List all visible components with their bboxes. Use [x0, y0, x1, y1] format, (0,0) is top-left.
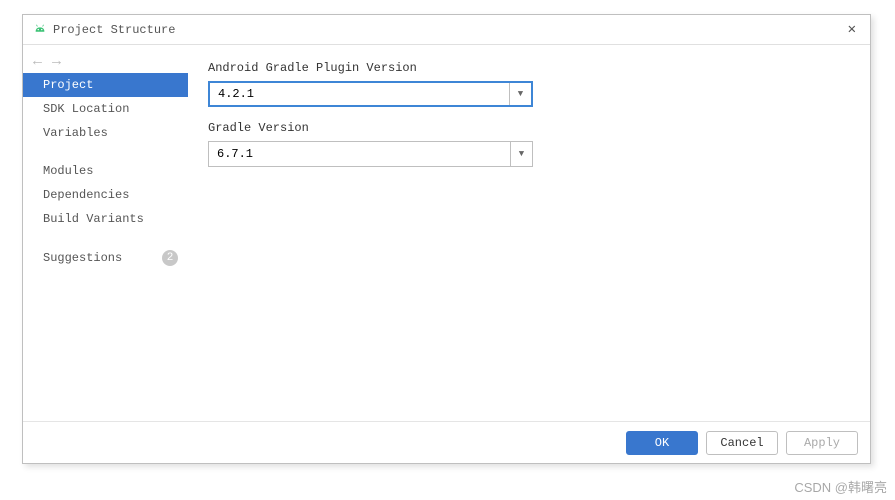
chevron-down-icon[interactable]: ▼ — [510, 142, 532, 166]
buttonbar: OK Cancel Apply — [23, 421, 870, 463]
sidebar-item-label: Suggestions — [43, 251, 122, 265]
agp-version-label: Android Gradle Plugin Version — [208, 61, 850, 75]
window-title: Project Structure — [53, 23, 844, 37]
sidebar-item-dependencies[interactable]: Dependencies — [23, 183, 188, 207]
forward-arrow-icon[interactable]: → — [52, 53, 61, 70]
sidebar-item-label: SDK Location — [43, 102, 129, 116]
back-arrow-icon[interactable]: ← — [33, 53, 42, 70]
sidebar-item-variables[interactable]: Variables — [23, 121, 188, 145]
sidebar-item-build-variants[interactable]: Build Variants — [23, 207, 188, 231]
sidebar-item-label: Build Variants — [43, 212, 144, 226]
cancel-button[interactable]: Cancel — [706, 431, 778, 455]
titlebar: Project Structure ✕ — [23, 15, 870, 45]
gradle-version-input[interactable] — [209, 142, 510, 166]
sidebar-item-project[interactable]: Project — [23, 73, 188, 97]
sidebar-item-label: Dependencies — [43, 188, 129, 202]
project-structure-dialog: Project Structure ✕ ← → Project SDK Loca… — [22, 14, 871, 464]
sidebar-item-label: Project — [43, 78, 93, 92]
sidebar: Project SDK Location Variables Modules D… — [23, 45, 188, 421]
chevron-down-icon[interactable]: ▼ — [509, 83, 531, 105]
watermark-text: CSDN @韩曙亮 — [794, 477, 887, 496]
content-area: Project SDK Location Variables Modules D… — [23, 45, 870, 421]
ok-button[interactable]: OK — [626, 431, 698, 455]
apply-button[interactable]: Apply — [786, 431, 858, 455]
gradle-version-combobox[interactable]: ▼ — [208, 141, 533, 167]
sidebar-item-label: Modules — [43, 164, 93, 178]
sidebar-item-label: Variables — [43, 126, 108, 140]
sidebar-item-modules[interactable]: Modules — [23, 159, 188, 183]
close-icon[interactable]: ✕ — [844, 21, 860, 38]
gradle-version-label: Gradle Version — [208, 121, 850, 135]
suggestions-badge: 2 — [162, 250, 178, 266]
android-icon — [33, 23, 47, 37]
agp-version-input[interactable] — [210, 83, 509, 105]
nav-arrows: ← → — [33, 53, 61, 70]
agp-version-combobox[interactable]: ▼ — [208, 81, 533, 107]
sidebar-item-suggestions[interactable]: Suggestions 2 — [23, 245, 188, 271]
sidebar-item-sdk-location[interactable]: SDK Location — [23, 97, 188, 121]
main-panel: Android Gradle Plugin Version ▼ Gradle V… — [188, 45, 870, 421]
